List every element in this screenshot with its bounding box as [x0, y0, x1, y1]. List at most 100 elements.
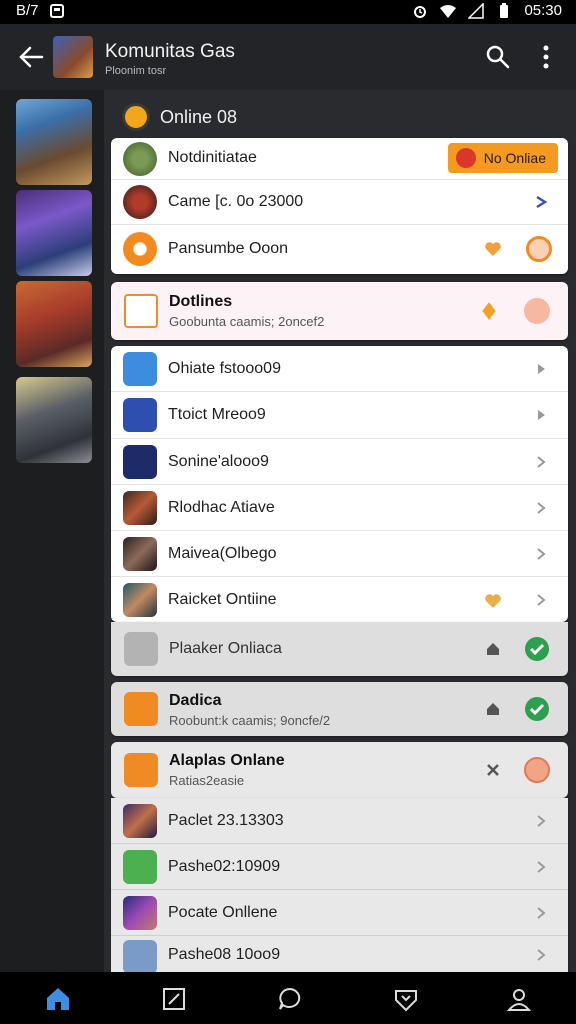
edit-icon: [124, 753, 158, 787]
chevron-right-icon[interactable]: [534, 593, 548, 607]
chevron-right-icon[interactable]: [534, 408, 548, 422]
wifi-icon: [440, 4, 457, 18]
signal-icon: [468, 2, 485, 19]
avatar: [123, 583, 157, 617]
chevron-right-icon[interactable]: [534, 860, 548, 874]
edit-square-icon[interactable]: [161, 986, 187, 1012]
list-item-label: Came [c. 0o 23000: [168, 193, 304, 210]
calendar-icon: [123, 445, 157, 479]
rail-thumbnail[interactable]: [16, 190, 92, 276]
shield-icon[interactable]: [393, 986, 419, 1012]
list-item[interactable]: Came [c. 0o 23000: [111, 180, 568, 225]
dadica-title: Dadica: [169, 692, 222, 709]
chevron-right-icon[interactable]: [534, 501, 548, 515]
home-small-icon: [487, 643, 499, 655]
group-avatar[interactable]: [53, 36, 93, 78]
phone-icon: [124, 632, 158, 666]
list-item[interactable]: Pashe02:10909: [111, 844, 568, 890]
status-circle-icon[interactable]: [524, 298, 550, 324]
chevron-right-icon[interactable]: [534, 547, 548, 561]
list-item[interactable]: Ohiate fstooo09: [111, 346, 568, 392]
online-status-icon: [122, 103, 150, 131]
check-circle-icon[interactable]: [524, 696, 550, 722]
selected-row[interactable]: Plaaker Onliaca: [111, 622, 568, 676]
avatar: [123, 804, 157, 838]
bottom-navigation: [0, 972, 576, 1024]
list-item[interactable]: Maivea(Olbego: [111, 531, 568, 577]
alarm-icon: [414, 5, 427, 18]
search-icon[interactable]: [485, 44, 511, 70]
chevron-right-icon[interactable]: [534, 948, 548, 962]
status-circle-icon[interactable]: [526, 236, 552, 262]
alaplas-subtitle: Ratias2easie: [169, 773, 245, 788]
bell-icon[interactable]: [478, 300, 500, 322]
heart-icon[interactable]: [484, 593, 502, 609]
chevron-right-icon[interactable]: [534, 455, 548, 469]
highlight-subtitle: Goobunta caamis; 2oncef2: [169, 314, 325, 329]
content-panel: Online 08 Notdinitiatae No Onliae Came […: [104, 90, 576, 972]
list-item[interactable]: Raicket Ontiine: [111, 577, 568, 622]
list-item-label: Ohiate fstooo09: [168, 360, 281, 377]
list-item-label: Paclet 23.13303: [168, 812, 284, 829]
check-circle-icon[interactable]: [524, 636, 550, 662]
heart-icon[interactable]: [484, 241, 502, 257]
status-left-text: B/7: [16, 2, 39, 19]
highlight-card[interactable]: Dotlines Goobunta caamis; 2oncef2: [111, 282, 568, 340]
list-item-label: Rlodhac Atiave: [168, 499, 275, 516]
section-title: Online 08: [160, 106, 238, 127]
chevron-right-icon[interactable]: [534, 906, 548, 920]
tag-icon: [124, 294, 158, 328]
list-item-label: Plaaker Onliaca: [169, 640, 282, 657]
star-icon: [123, 398, 157, 432]
avatar: [123, 185, 157, 219]
avatar: [123, 232, 157, 266]
list-item[interactable]: Pansumbe Ooon: [111, 225, 568, 274]
page-subtitle: Ploonim tosr: [105, 65, 167, 77]
edit-icon: [123, 940, 157, 972]
mute-icon[interactable]: [486, 763, 500, 777]
rail-thumbnail[interactable]: [16, 281, 92, 367]
avatar: [123, 142, 157, 176]
back-arrow-icon[interactable]: [16, 44, 46, 70]
list-item-label: Sonine'alooo9: [168, 453, 269, 470]
list-item-label: Maivea(Olbego: [168, 545, 277, 562]
avatar: [123, 896, 157, 930]
status-time: 05:30: [524, 2, 562, 19]
alaplas-card[interactable]: Alaplas Onlane Ratias2easie: [111, 742, 568, 798]
document-icon: [124, 692, 158, 726]
edit-icon: [123, 850, 157, 884]
dadica-card[interactable]: Dadica Roobunt:k caamis; 9oncfe/2: [111, 682, 568, 736]
list-item[interactable]: Pocate Onllene: [111, 890, 568, 936]
bottom-list-card: Paclet 23.13303 Pashe02:10909 Pocate Onl…: [111, 798, 568, 972]
list-item[interactable]: Notdinitiatae No Onliae: [111, 138, 568, 180]
chevron-right-icon[interactable]: [534, 362, 548, 376]
list-item-label: Pashe08 10oo9: [168, 946, 281, 963]
avatar: [123, 537, 157, 571]
list-item-label: Pashe02:10909: [168, 858, 281, 875]
avatar: [123, 491, 157, 525]
chat-icon[interactable]: [277, 986, 303, 1012]
app-root: B/7 05:30 Komunitas Gas Ploonim tosr Onl…: [0, 0, 576, 1024]
list-item[interactable]: Ttoict Mreoo9: [111, 392, 568, 439]
chevron-right-icon[interactable]: [534, 814, 548, 828]
rail-thumbnail[interactable]: [16, 377, 92, 463]
list-item-label: Raicket Ontiine: [168, 591, 277, 608]
rail-thumbnail[interactable]: [16, 99, 92, 185]
list-item-label: Pansumbe Ooon: [168, 240, 289, 257]
home-icon[interactable]: [45, 986, 71, 1012]
profile-icon[interactable]: [506, 986, 532, 1012]
arrow-icon[interactable]: [534, 195, 548, 209]
home-small-icon: [487, 703, 499, 715]
list-item[interactable]: Sonine'alooo9: [111, 439, 568, 485]
more-vert-icon[interactable]: [536, 44, 556, 70]
alaplas-title: Alaplas Onlane: [169, 752, 285, 769]
list-item[interactable]: Paclet 23.13303: [111, 798, 568, 844]
app-header: Komunitas Gas Ploonim tosr: [0, 24, 576, 90]
list-item[interactable]: Rlodhac Atiave: [111, 485, 568, 531]
status-dot-icon: [455, 148, 476, 168]
status-pill[interactable]: No Onliae: [447, 143, 558, 173]
list-item[interactable]: Pashe08 10oo9: [111, 936, 568, 972]
dadica-subtitle: Roobunt:k caamis; 9oncfe/2: [169, 713, 331, 728]
status-circle-icon[interactable]: [524, 757, 550, 783]
status-bar: B/7 05:30: [0, 0, 576, 24]
